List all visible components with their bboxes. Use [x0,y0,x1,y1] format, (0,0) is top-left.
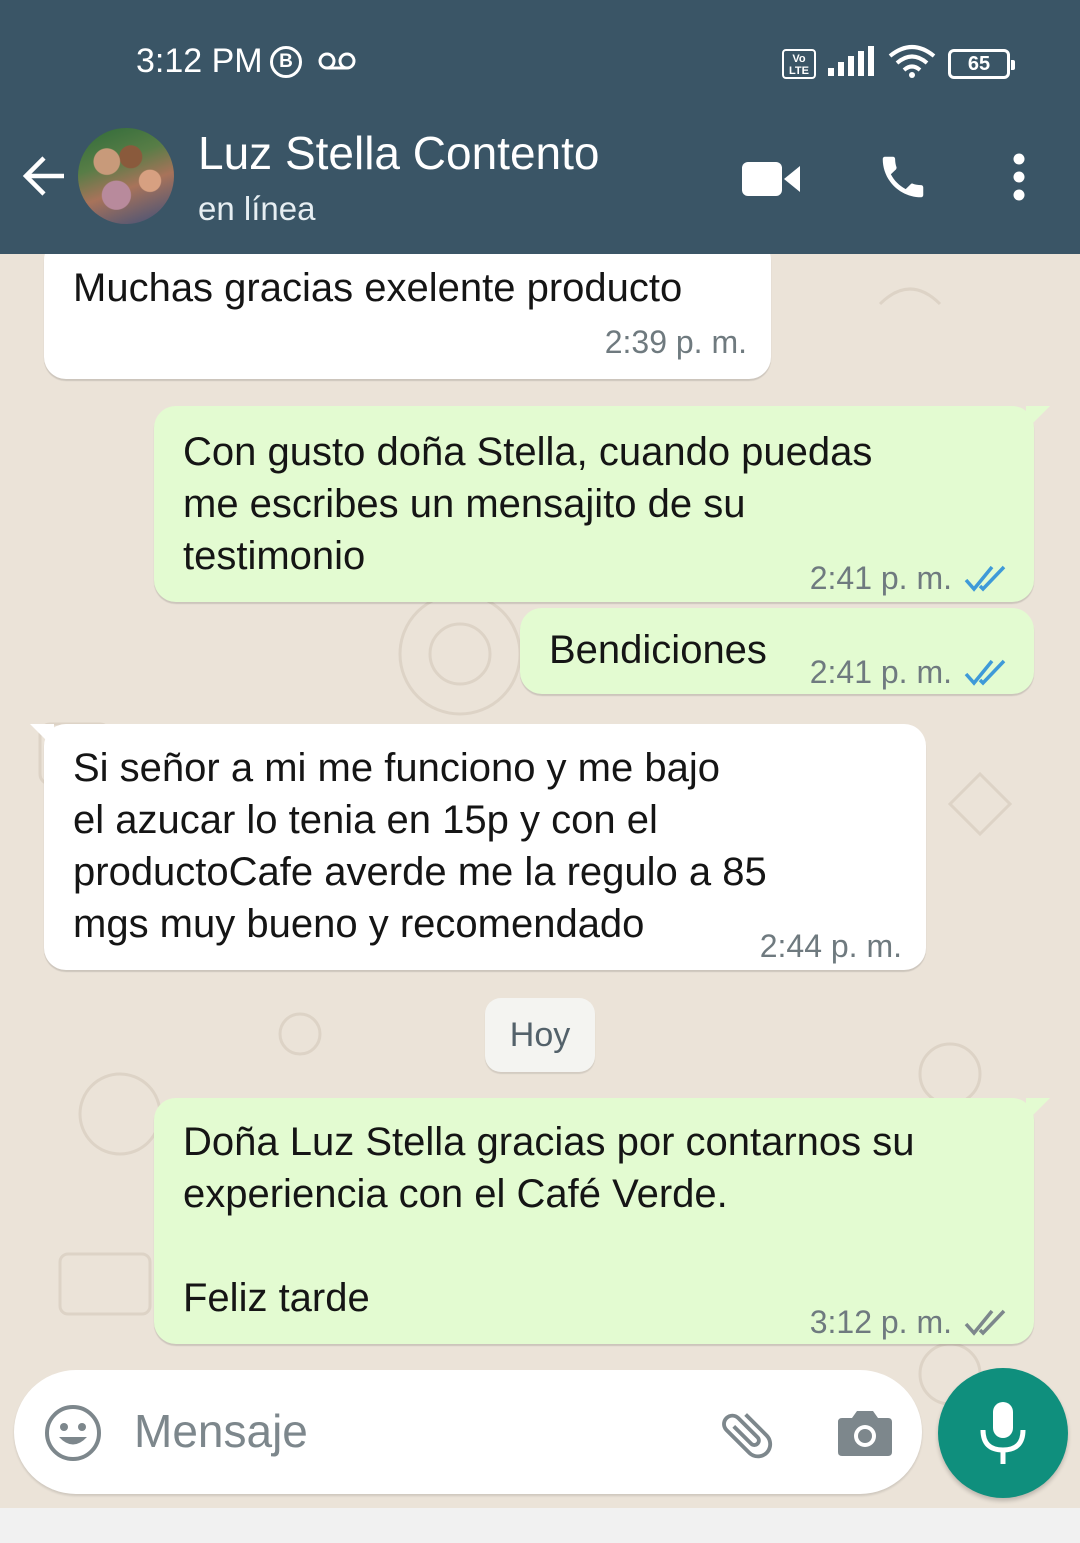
message-text: Bendiciones [549,628,767,672]
message-meta: 3:12 p. m. [810,1296,1010,1348]
message-bubble-outgoing[interactable]: Bendiciones 2:41 p. m. [520,608,1034,694]
message-time: 2:39 p. m. [605,316,747,368]
message-bubble-incoming[interactable]: Muchas gracias exelente producto 2:39 p.… [44,254,771,379]
volte-badge: Vo LTE [782,48,816,79]
message-bubble-outgoing[interactable]: Con gusto doña Stella, cuando puedas me … [154,406,1050,604]
read-double-check-icon [964,565,1006,592]
phone-call-icon[interactable] [876,150,930,209]
message-bubble-outgoing[interactable]: Doña Luz Stella gracias por contarnos su… [154,1098,1050,1344]
contact-name[interactable]: Luz Stella Contento [198,126,600,180]
message-timestamp: 2:41 p. m. [809,560,952,596]
attach-icon[interactable] [716,1404,778,1471]
status-icons: Vo LTE 65 [782,44,1015,83]
message-text: Si señor a mi me funciono y me bajo el a… [73,746,767,946]
message-timestamp: 2:44 p. m. [759,928,902,964]
system-nav-bar [0,1508,1080,1543]
day-separator: Hoy [485,998,595,1072]
message-text: Muchas gracias exelente producto [73,266,683,310]
network-badge: B [270,46,302,78]
bubble-tail [30,724,54,748]
voicemail-icon [318,50,356,77]
video-call-icon[interactable] [742,158,800,203]
message-text: Con gusto doña Stella, cuando puedas me … [183,430,873,578]
message-meta: 2:41 p. m. [810,552,1010,604]
wifi-icon [888,44,936,83]
app-header: 3:12 PM B Vo LTE 65 Luz Stella Contento … [0,0,1080,254]
message-timestamp: 2:41 p. m. [809,654,952,690]
read-double-check-icon [964,659,1006,686]
bubble-tail [1026,1098,1050,1122]
message-timestamp: 3:12 p. m. [809,1304,952,1340]
message-composer [14,1370,922,1494]
bubble-tail [1026,406,1050,430]
contact-avatar[interactable] [78,128,174,224]
battery-icon: 65 [948,48,1015,79]
delivered-double-check-icon [964,1309,1006,1336]
message-meta: 2:41 p. m. [810,646,1010,698]
message-input[interactable] [134,1398,694,1464]
contact-status: en línea [198,190,316,227]
message-time: 2:44 p. m. [760,920,902,972]
microphone-icon [978,1400,1028,1471]
chat-area[interactable]: Muchas gracias exelente producto 2:39 p.… [0,254,1080,1508]
back-arrow-icon[interactable] [20,152,68,205]
message-timestamp: 2:39 p. m. [604,324,747,360]
message-text: Doña Luz Stella gracias por contarnos su… [183,1120,915,1320]
message-bubble-incoming[interactable]: Si señor a mi me funciono y me bajo el a… [30,724,926,972]
emoji-icon[interactable] [44,1404,102,1467]
status-time: 3:12 PM [136,42,263,80]
voice-record-button[interactable] [938,1368,1068,1498]
more-options-icon[interactable] [1008,152,1030,207]
signal-icon [828,46,876,81]
camera-icon[interactable] [836,1406,894,1465]
